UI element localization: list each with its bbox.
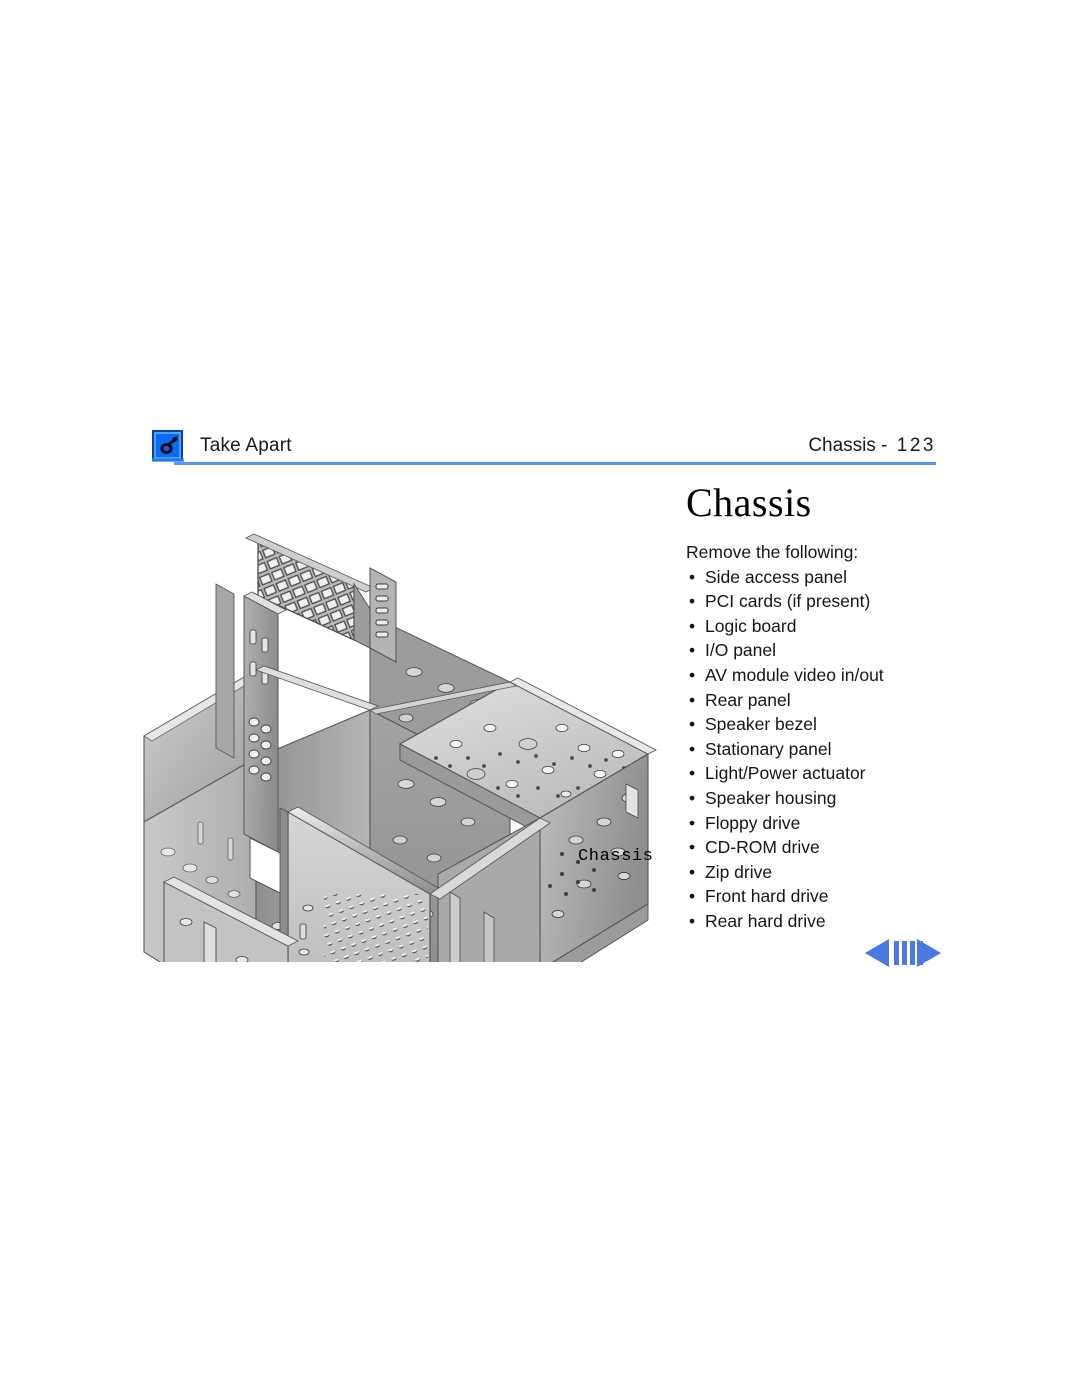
removal-step-label: Speaker housing [705, 787, 837, 808]
removal-step-label: Speaker bezel [705, 714, 817, 735]
removal-step-label: Zip drive [705, 861, 773, 882]
bullet-glyph-icon: • [689, 763, 696, 784]
removal-step-item: • Logic board [686, 614, 948, 639]
removal-step-label: Rear hard drive [705, 910, 826, 931]
removal-step-item: • Stationary panel [686, 737, 948, 762]
bullet-glyph-icon: • [689, 566, 696, 587]
removal-steps-list: • Side access panel • PCI cards (if present… [686, 565, 948, 934]
take-apart-tool-icon [152, 430, 184, 462]
removal-step-item: • Zip drive [686, 860, 948, 885]
bullet-glyph-icon: • [689, 787, 696, 808]
removal-step-label: Side access panel [705, 566, 848, 587]
removal-step-item: • Light/Power actuator [686, 761, 948, 786]
removal-step-label: Stationary panel [705, 738, 832, 759]
removal-step-item: • Speaker bezel [686, 712, 948, 737]
removal-step-item: • Rear hard drive [686, 909, 948, 934]
bullet-glyph-icon: • [689, 738, 696, 759]
removal-step-item: • Floppy drive [686, 811, 948, 836]
chassis-illustration [138, 522, 678, 962]
bullet-glyph-icon: • [689, 640, 696, 661]
callout-label-chassis: Chassis [578, 847, 654, 866]
removal-step-item: • AV module video in/out [686, 663, 948, 688]
next-page-arrow [917, 939, 941, 967]
removal-step-label: Front hard drive [705, 886, 829, 907]
removal-step-item: • Speaker housing [686, 786, 948, 811]
document-page: Take Apart Chassis - 123 Chassis Remove … [0, 0, 1080, 1397]
removal-step-label: AV module video in/out [705, 664, 884, 685]
removal-step-label: CD-ROM drive [705, 837, 820, 858]
removal-step-item: • Rear panel [686, 688, 948, 713]
header-divider-rule [174, 462, 936, 465]
removal-step-label: Light/Power actuator [705, 763, 866, 784]
previous-page-arrow [865, 939, 889, 967]
bullet-glyph-icon: • [689, 689, 696, 710]
header-chapter-name: Chassis - [808, 435, 893, 456]
page-header: Take Apart Chassis - 123 [152, 428, 936, 472]
bullet-glyph-icon: • [689, 714, 696, 735]
bullet-glyph-icon: • [689, 837, 696, 858]
header-chapter-page: Chassis - 123 [808, 435, 936, 457]
removal-step-item: • Side access panel [686, 565, 948, 590]
removal-step-label: Floppy drive [705, 812, 801, 833]
removal-step-label: Logic board [705, 615, 797, 636]
removal-step-item: • CD-ROM drive [686, 835, 948, 860]
header-page-number: 123 [896, 435, 936, 456]
removal-step-label: PCI cards (if present) [705, 591, 871, 612]
bullet-glyph-icon: • [689, 886, 696, 907]
removal-step-item: • PCI cards (if present) [686, 589, 948, 614]
removal-instructions: Remove the following: • Side access panel… [686, 540, 948, 934]
removal-step-item: • Front hard drive [686, 884, 948, 909]
header-breadcrumb-take-apart: Take Apart [200, 435, 292, 456]
page-navigation-controls[interactable] [865, 938, 941, 968]
bullet-glyph-icon: • [689, 812, 696, 833]
page-title: Chassis [686, 480, 812, 525]
bullet-glyph-icon: • [689, 910, 696, 931]
removal-step-label: I/O panel [705, 640, 777, 661]
bullet-glyph-icon: • [689, 591, 696, 612]
removal-step-label: Rear panel [705, 689, 791, 710]
instructions-intro: Remove the following: [686, 542, 859, 562]
removal-step-item: • I/O panel [686, 638, 948, 663]
bullet-glyph-icon: • [689, 664, 696, 685]
bullet-glyph-icon: • [689, 861, 696, 882]
bullet-glyph-icon: • [689, 615, 696, 636]
